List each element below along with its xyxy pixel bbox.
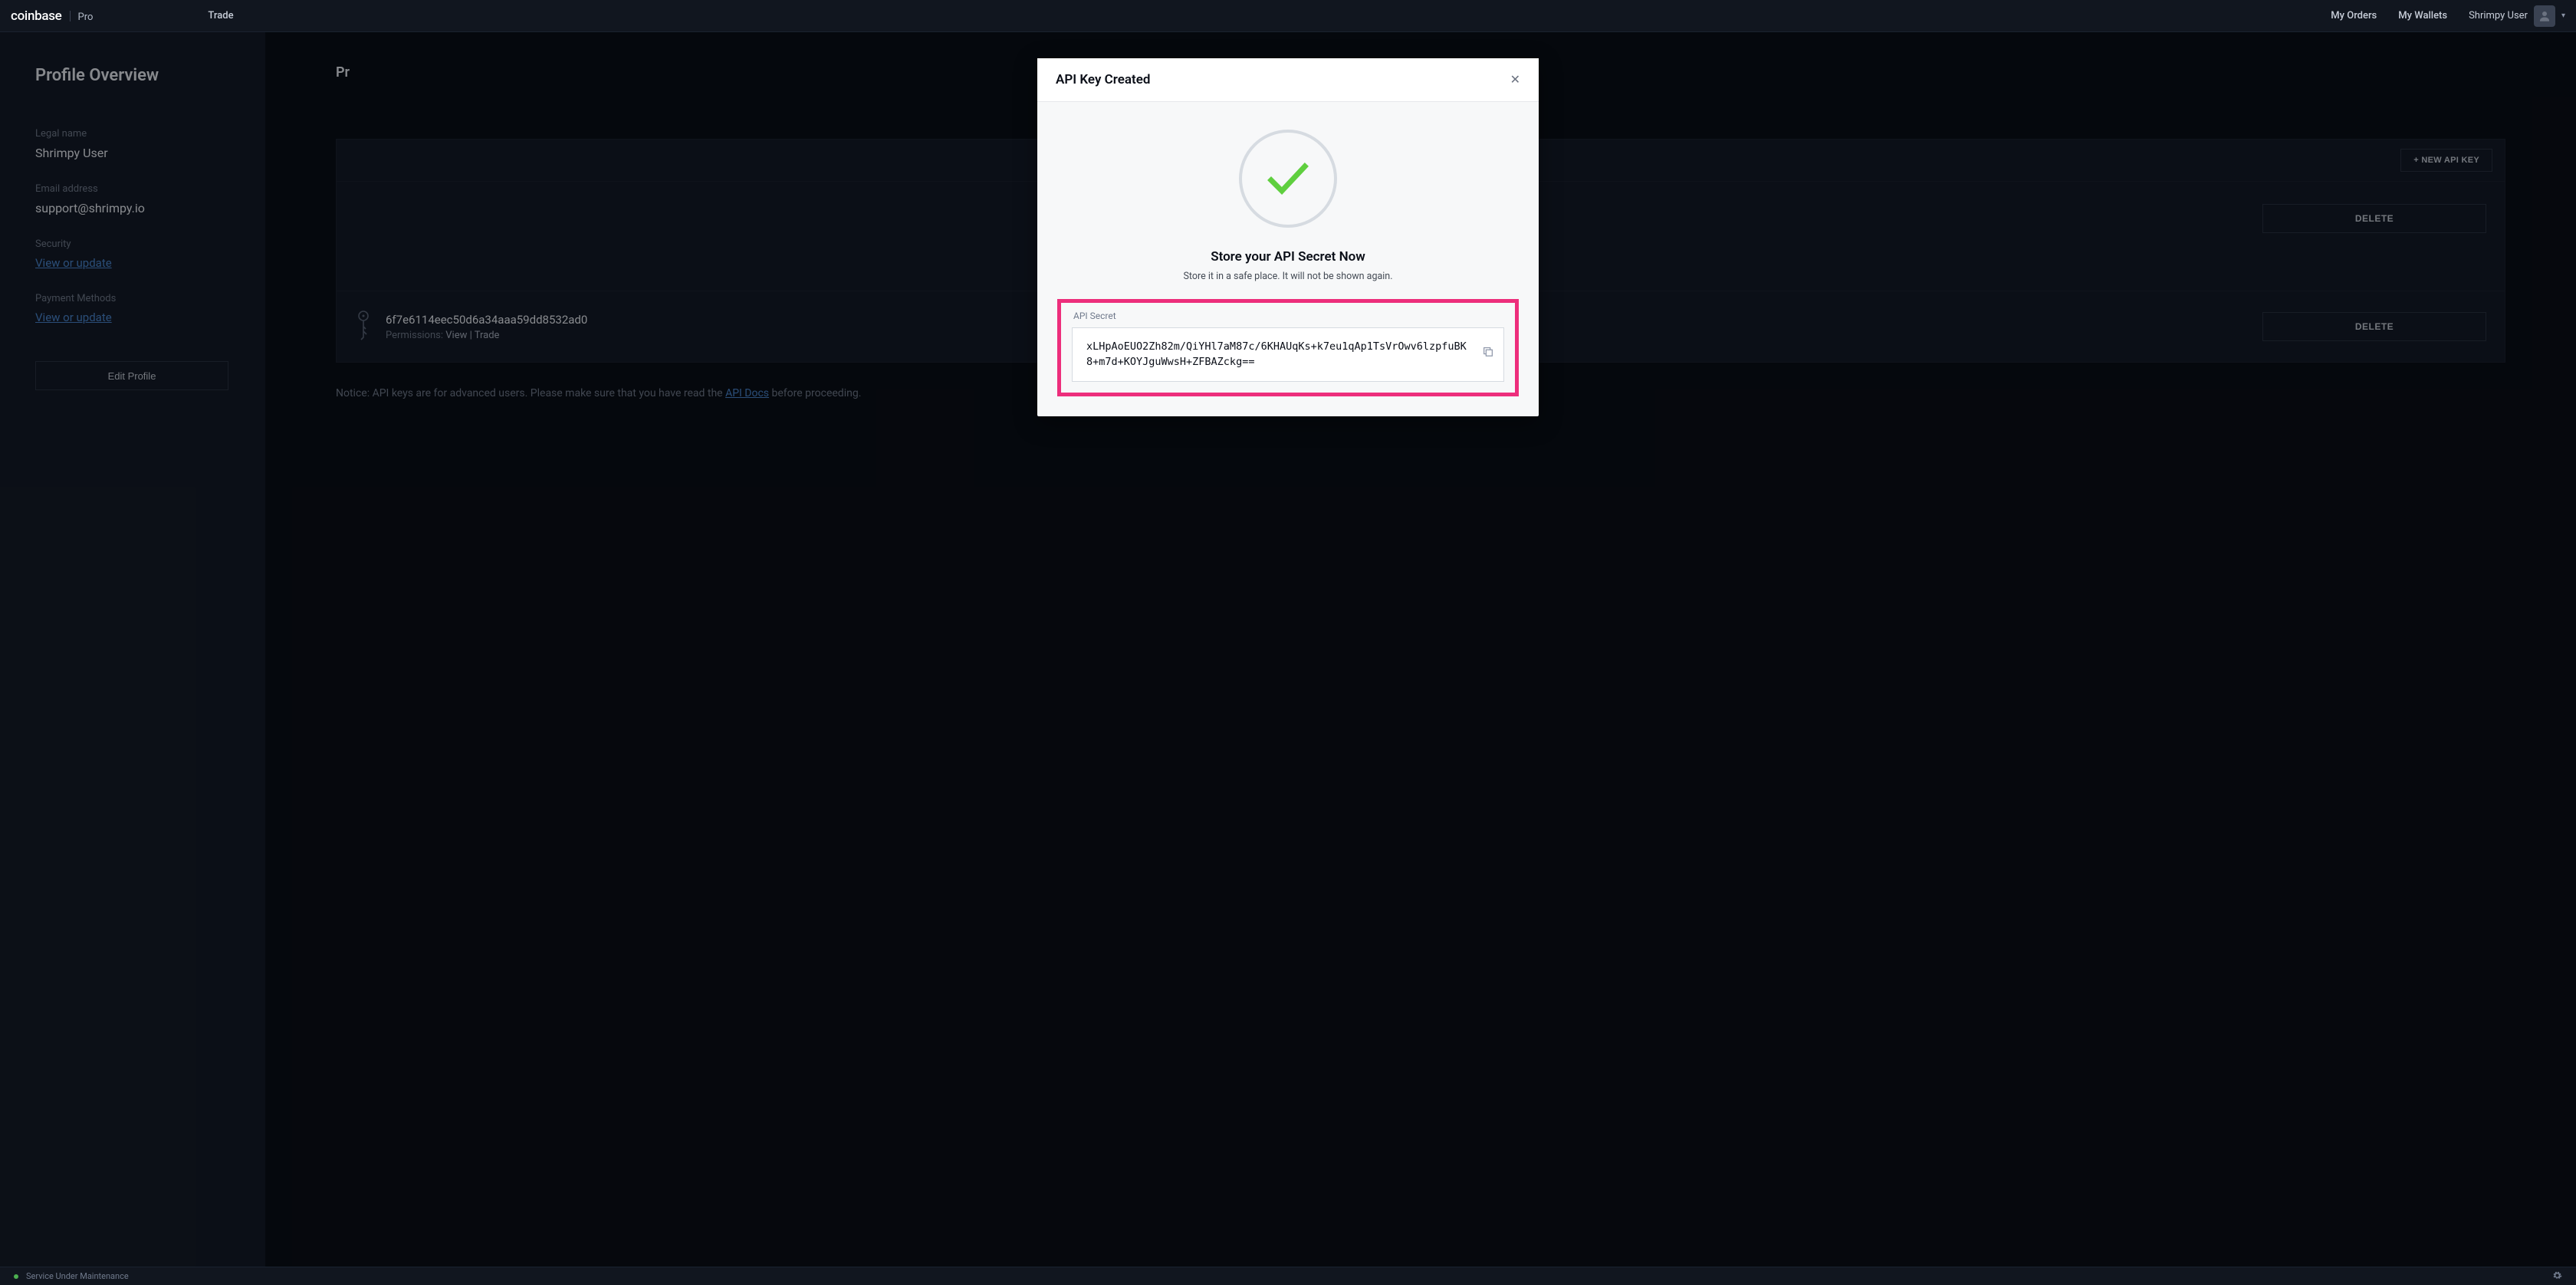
email-label: Email address — [35, 183, 230, 195]
delete-button[interactable]: DELETE — [2262, 204, 2486, 233]
api-key-created-modal: API Key Created ✕ Store your API Secret … — [1037, 58, 1539, 416]
permissions-value: View | Trade — [445, 330, 499, 341]
edit-profile-button[interactable]: Edit Profile — [35, 361, 228, 390]
payment-label: Payment Methods — [35, 293, 230, 304]
api-secret-label: API Secret — [1072, 311, 1504, 321]
field-legal-name: Legal name Shrimpy User — [35, 128, 230, 160]
brand: coinbase Pro — [11, 8, 93, 24]
payment-link[interactable]: View or update — [35, 311, 230, 324]
nav-trade[interactable]: Trade — [208, 10, 233, 21]
key-icon — [355, 310, 372, 343]
field-payment: Payment Methods View or update — [35, 293, 230, 324]
close-icon: ✕ — [1510, 74, 1520, 87]
api-secret-value: xLHpAoEUO2Zh82m/QiYHl7aM87c/6KHAUqKs+k7e… — [1086, 340, 1467, 368]
user-name: Shrimpy User — [2469, 10, 2528, 21]
modal-header: API Key Created ✕ — [1037, 58, 1539, 102]
legal-name-label: Legal name — [35, 128, 230, 140]
field-security: Security View or update — [35, 238, 230, 270]
chevron-down-icon: ▾ — [2561, 12, 2565, 20]
brand-divider — [70, 11, 71, 21]
email-value: support@shrimpy.io — [35, 201, 230, 215]
status-dot-icon — [14, 1274, 18, 1279]
status-bar: Service Under Maintenance — [0, 1267, 2576, 1285]
nav-my-wallets[interactable]: My Wallets — [2398, 10, 2447, 21]
sidebar: Profile Overview Legal name Shrimpy User… — [0, 32, 265, 1267]
copy-icon[interactable] — [1482, 346, 1494, 363]
brand-pro: Pro — [78, 12, 94, 23]
brand-coinbase: coinbase — [11, 8, 62, 24]
api-secret-field: xLHpAoEUO2Zh82m/QiYHl7aM87c/6KHAUqKs+k7e… — [1072, 327, 1504, 382]
checkmark-icon — [1267, 162, 1309, 196]
status-text: Service Under Maintenance — [26, 1271, 129, 1281]
success-circle — [1239, 130, 1337, 228]
close-button[interactable]: ✕ — [1510, 72, 1520, 87]
field-email: Email address support@shrimpy.io — [35, 183, 230, 215]
api-secret-highlight: API Secret xLHpAoEUO2Zh82m/QiYHl7aM87c/6… — [1057, 299, 1519, 396]
notice-prefix: Notice: API keys are for advanced users.… — [336, 387, 725, 399]
user-menu[interactable]: Shrimpy User ▾ — [2469, 5, 2565, 27]
top-nav: coinbase Pro Trade My Orders My Wallets … — [0, 0, 2576, 32]
new-api-key-button[interactable]: + NEW API KEY — [2400, 149, 2492, 172]
delete-button[interactable]: DELETE — [2262, 312, 2486, 341]
gear-icon[interactable] — [2552, 1270, 2562, 1283]
nav-my-orders[interactable]: My Orders — [2331, 10, 2377, 21]
legal-name-value: Shrimpy User — [35, 146, 230, 160]
security-label: Security — [35, 238, 230, 250]
avatar — [2534, 5, 2555, 27]
notice-suffix: before proceeding. — [769, 387, 861, 399]
api-docs-link[interactable]: API Docs — [725, 387, 769, 399]
permissions-label: Permissions: — [386, 330, 443, 341]
security-link[interactable]: View or update — [35, 256, 230, 270]
modal-subtitle: Store your API Secret Now — [1057, 249, 1519, 265]
sidebar-title: Profile Overview — [35, 66, 230, 85]
user-icon — [2538, 9, 2551, 23]
modal-note: Store it in a safe place. It will not be… — [1057, 271, 1519, 282]
modal-title: API Key Created — [1056, 72, 1150, 87]
